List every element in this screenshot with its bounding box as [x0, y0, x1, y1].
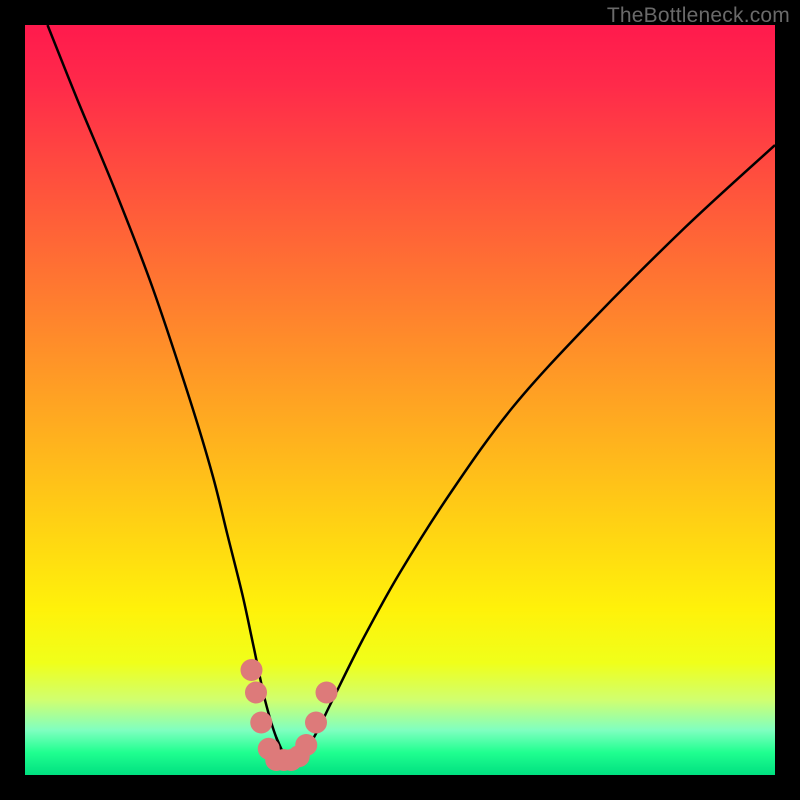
curve-right-branch [276, 145, 775, 763]
curve-marker [245, 682, 267, 704]
chart-area [25, 25, 775, 775]
curve-marker [250, 712, 272, 734]
curve-marker [295, 734, 317, 756]
curve-marker [305, 712, 327, 734]
curve-left-branch [48, 25, 299, 762]
watermark-text: TheBottleneck.com [607, 4, 790, 28]
curve-marker [241, 659, 263, 681]
curve-marker [316, 682, 338, 704]
bottleneck-curve-svg [25, 25, 775, 775]
marker-group [241, 659, 338, 771]
